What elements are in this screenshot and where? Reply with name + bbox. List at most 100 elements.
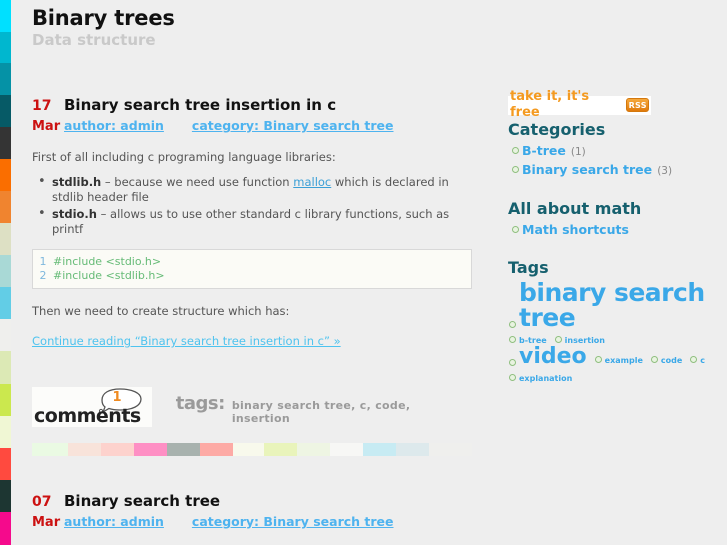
- separator-band-10: [363, 443, 396, 456]
- math-heading: All about math: [508, 199, 642, 218]
- tag-explanation[interactable]: explanation: [508, 374, 572, 383]
- color-band-0: [0, 0, 11, 33]
- library-list: stdlib.h – because we need use function …: [32, 174, 472, 237]
- code-line-number: 2: [39, 269, 47, 282]
- separator-band-4: [167, 443, 200, 456]
- list-item: Binary search tree (3): [512, 161, 720, 179]
- bullet-text-pre: – because we need use function: [101, 175, 294, 189]
- promo-text: take it, it's free: [510, 89, 590, 120]
- separator-band-0: [32, 443, 68, 456]
- tags-list[interactable]: binary search tree, c, code, insertion: [232, 399, 472, 425]
- main-content: 17 Binary search tree insertion in c Mar…: [32, 96, 472, 435]
- category-count: (3): [657, 165, 673, 177]
- color-band-16: [0, 511, 11, 545]
- separator-band-12: [429, 443, 472, 456]
- separator-band-3: [134, 443, 167, 456]
- site-subtitle: Data structure: [32, 31, 156, 49]
- color-band-10: [0, 319, 11, 352]
- page-root: Binary trees Data structure 17 Binary se…: [0, 0, 727, 545]
- separator-band-2: [101, 443, 134, 456]
- tag-video[interactable]: video: [508, 346, 587, 368]
- page-title: Binary trees: [32, 6, 175, 30]
- post-article: 07 Binary search tree Mar author: admin …: [32, 492, 472, 531]
- color-band-7: [0, 222, 11, 256]
- rss-icon[interactable]: RSS: [626, 98, 649, 112]
- separator-band-1: [68, 443, 101, 456]
- post-category-link[interactable]: category: Binary search tree: [192, 117, 394, 134]
- sidebar-item-binary-search-tree[interactable]: Binary search tree: [522, 162, 652, 177]
- color-band-5: [0, 158, 11, 191]
- color-band-8: [0, 255, 11, 288]
- post-intro-text: First of all including c programing lang…: [32, 150, 336, 164]
- post-headline: 17 Binary search tree insertion in c: [32, 96, 472, 116]
- color-band-4: [0, 126, 11, 159]
- tag-example[interactable]: example: [594, 356, 643, 365]
- color-band-12: [0, 383, 11, 416]
- post-headline: 07 Binary search tree: [32, 492, 472, 512]
- comments-count: 1: [112, 390, 122, 405]
- sidebar-item-b-tree[interactable]: B-tree: [522, 143, 566, 158]
- list-item: stdio.h – allows us to use other standar…: [38, 206, 472, 237]
- category-count: (1): [570, 146, 586, 158]
- site-header: Binary trees Data structure: [32, 6, 632, 50]
- post-author-link[interactable]: author: admin: [64, 513, 164, 530]
- list-item: B-tree (1): [512, 142, 720, 160]
- tag-c[interactable]: c: [689, 356, 705, 365]
- post-title-link[interactable]: Binary search tree: [64, 492, 220, 511]
- post-category-link[interactable]: category: Binary search tree: [192, 513, 394, 530]
- post-author-link[interactable]: author: admin: [64, 117, 164, 134]
- categories-heading: Categories: [508, 120, 606, 139]
- post-meta: Mar author: admin category: Binary searc…: [32, 117, 472, 135]
- code-line: 1 #include <stdio.h>: [33, 255, 465, 269]
- malloc-link[interactable]: malloc: [293, 175, 331, 189]
- comments-link[interactable]: 1 comments: [32, 387, 152, 427]
- color-band-2: [0, 63, 11, 95]
- code-line: 2 #include <stdlib.h>: [33, 269, 465, 283]
- post-tags: tags: binary search tree, c, code, inser…: [176, 393, 472, 427]
- color-separator: [32, 443, 472, 456]
- code-block: 1 #include <stdio.h> 2 #include <stdlib.…: [32, 249, 472, 289]
- color-band-3: [0, 94, 11, 127]
- list-item: Math shortcuts: [512, 221, 720, 238]
- separator-band-6: [233, 443, 264, 456]
- list-item: stdlib.h – because we need use function …: [38, 174, 472, 205]
- tags-heading: Tags: [508, 258, 549, 277]
- library-name: stdio.h: [52, 207, 97, 221]
- left-color-strip: [0, 0, 11, 545]
- code-line-text: #include <stdlib.h>: [53, 269, 165, 282]
- sidebar-item-math-shortcuts[interactable]: Math shortcuts: [522, 222, 629, 237]
- tags-label: tags:: [175, 393, 226, 414]
- library-name: stdlib.h: [52, 175, 102, 189]
- post-outro-text: Then we need to create structure which h…: [32, 304, 290, 318]
- color-band-9: [0, 287, 11, 320]
- post-footer: 1 comments tags: binary search tree, c, …: [32, 385, 472, 427]
- post-article: 17 Binary search tree insertion in c Mar…: [32, 96, 472, 427]
- tag-code[interactable]: code: [650, 356, 682, 365]
- color-band-13: [0, 415, 11, 448]
- post-meta: Mar author: admin category: Binary searc…: [32, 513, 472, 531]
- code-line-number: 1: [39, 255, 47, 268]
- separator-band-7: [264, 443, 297, 456]
- comments-label: comments: [34, 405, 141, 427]
- tag-binary-search-tree[interactable]: binary search tree: [508, 280, 713, 330]
- code-line-text: #include <stdio.h>: [53, 255, 162, 268]
- post-body: First of all including c programing lang…: [32, 149, 472, 349]
- color-band-6: [0, 190, 11, 223]
- color-band-1: [0, 32, 11, 64]
- post-day: 17: [32, 98, 52, 114]
- continue-reading-link[interactable]: Continue reading “Binary search tree ins…: [32, 333, 341, 349]
- math-list: Math shortcuts: [508, 221, 720, 238]
- sidebar: take it, it's free RSS Categories B-tree…: [508, 89, 720, 384]
- separator-band-11: [396, 443, 429, 456]
- post-month: Mar: [32, 515, 61, 530]
- tag-cloud: binary search treeb-tree insertion video e…: [508, 280, 720, 384]
- post-day: 07: [32, 494, 52, 510]
- subscribe-promo[interactable]: take it, it's free RSS: [508, 89, 651, 120]
- separator-band-8: [297, 443, 330, 456]
- color-band-14: [0, 447, 11, 480]
- separator-band-5: [200, 443, 233, 456]
- post-month: Mar: [32, 119, 61, 134]
- post-title-link[interactable]: Binary search tree insertion in c: [64, 96, 336, 115]
